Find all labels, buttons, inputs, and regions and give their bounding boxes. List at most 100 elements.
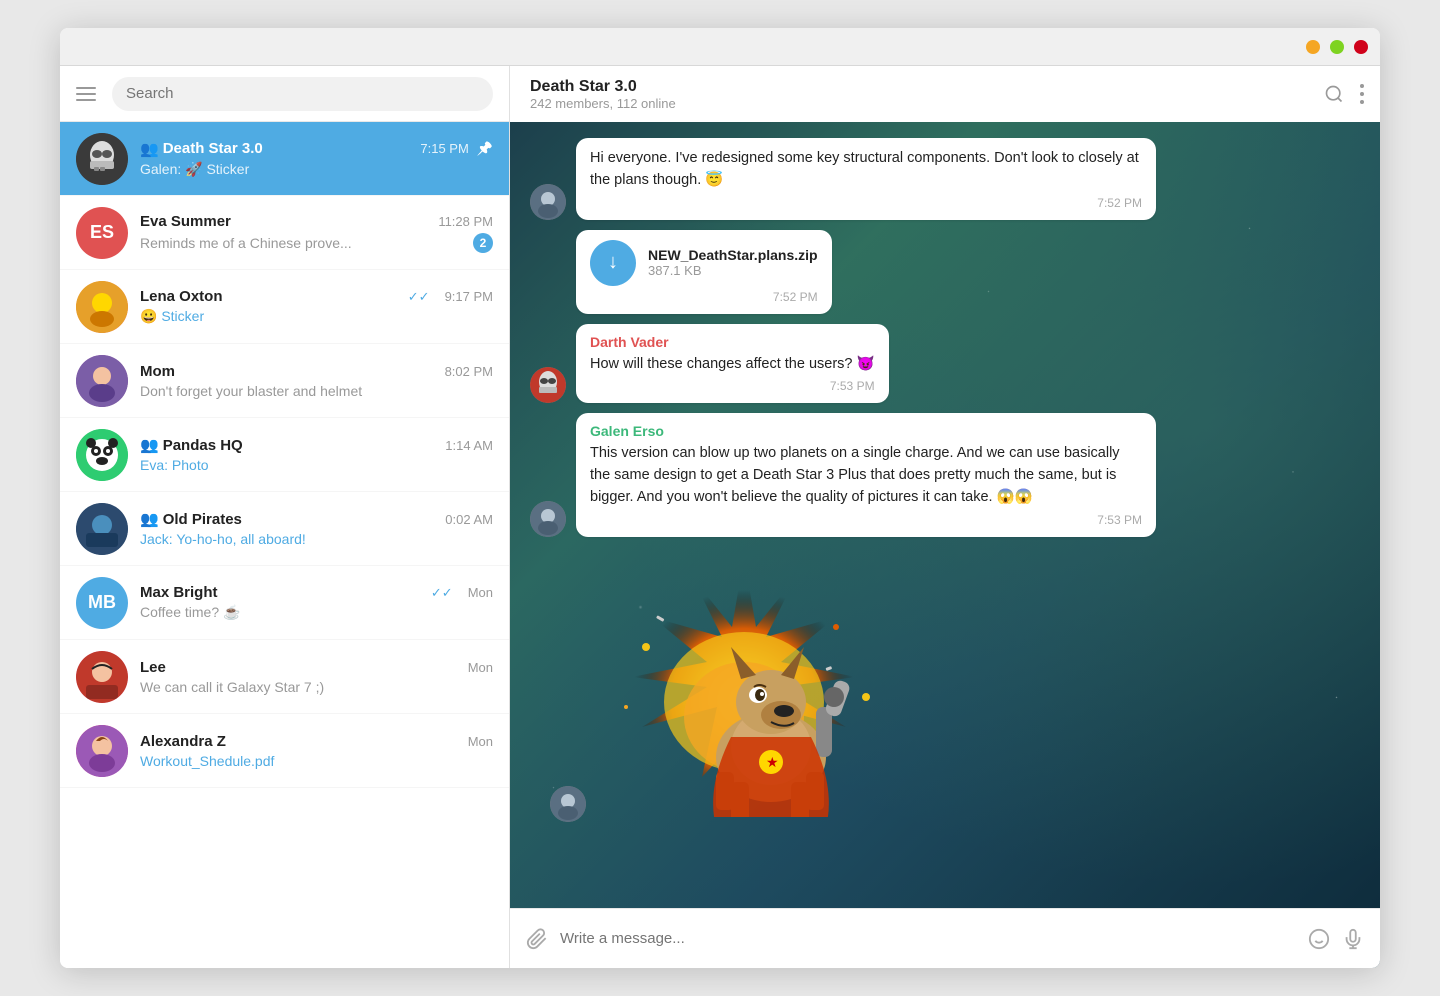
chat-preview-death-star: Galen: 🚀 Sticker (140, 161, 493, 178)
avatar-old-pirates (76, 503, 128, 555)
chat-item-old-pirates[interactable]: 👥 Old Pirates 0:02 AM Jack: Yo-ho-ho, al… (60, 492, 509, 566)
chat-name-death-star: 👥 Death Star 3.0 (140, 140, 263, 158)
pandas-avatar-img (76, 429, 128, 481)
paperclip-icon (526, 928, 548, 950)
messages-area: Hi everyone. I've redesigned some key st… (510, 122, 1380, 908)
message-row-4: Galen Erso This version can blow up two … (530, 413, 1360, 536)
message-input[interactable] (560, 930, 1296, 947)
group-icon-pandas: 👥 (140, 436, 159, 454)
sticker-area: ★ (530, 547, 1360, 830)
hamburger-line-3 (76, 99, 96, 101)
chat-preview-row-death-star: Galen: 🚀 Sticker (140, 161, 493, 178)
file-download-button[interactable]: ↓ (590, 240, 636, 286)
chat-item-alexandra-z[interactable]: Alexandra Z Mon Workout_Shedule.pdf (60, 714, 509, 788)
chat-preview-row-alexandra-z: Workout_Shedule.pdf (140, 753, 493, 769)
chat-item-pandas-hq[interactable]: 👥 Pandas HQ 1:14 AM Eva: Photo (60, 418, 509, 492)
chat-name-old-pirates: 👥 Old Pirates (140, 510, 242, 528)
chat-info-lee: Lee Mon We can call it Galaxy Star 7 ;) (140, 659, 493, 695)
chat-name-alexandra-z: Alexandra Z (140, 733, 226, 750)
sticker-avatar-img (550, 786, 586, 822)
chat-item-lena-oxton[interactable]: Lena Oxton ✓✓ 9:17 PM 😀 Sticker (60, 270, 509, 344)
chat-info-alexandra-z: Alexandra Z Mon Workout_Shedule.pdf (140, 733, 493, 769)
hamburger-line-1 (76, 87, 96, 89)
message-text-3: How will these changes affect the users?… (590, 354, 875, 376)
message-time-3: 7:53 PM (590, 379, 875, 393)
chat-info-death-star: 👥 Death Star 3.0 7:15 PM 📌 Galen: 🚀 Stic… (140, 140, 493, 178)
chat-name-row-death-star: 👥 Death Star 3.0 7:15 PM 📌 (140, 140, 493, 158)
search-box (112, 77, 493, 111)
alexandra-avatar-img (76, 725, 128, 777)
message-row-2: ↓ NEW_DeathStar.plans.zip 387.1 KB 7:52 … (530, 230, 1360, 314)
avatar-pandas-hq (76, 429, 128, 481)
chat-time-death-star: 7:15 PM (420, 141, 468, 156)
pin-icon-death-star: 📌 (477, 141, 493, 157)
chat-area: Death Star 3.0 242 members, 112 online (510, 66, 1380, 968)
message-avatar-4 (530, 501, 566, 537)
chat-list: 👥 Death Star 3.0 7:15 PM 📌 Galen: 🚀 Stic… (60, 122, 509, 968)
menu-button[interactable] (76, 87, 96, 101)
message-time-1: 7:52 PM (590, 196, 1142, 210)
chat-item-mom[interactable]: Mom 8:02 PM Don't forget your blaster an… (60, 344, 509, 418)
message-avatar-3 (530, 367, 566, 403)
chat-preview-row-max-bright: Coffee time? ☕ (140, 604, 493, 621)
chat-preview-row-eva-summer: Reminds me of a Chinese prove... 2 (140, 233, 493, 253)
msg4-avatar-img (530, 501, 566, 537)
sticker-sender-avatar (550, 786, 586, 822)
chat-name-row-old-pirates: 👥 Old Pirates 0:02 AM (140, 510, 493, 528)
chat-header-actions (1324, 84, 1364, 104)
msg3-avatar-img (530, 367, 566, 403)
read-checkmarks-max: ✓✓ (431, 585, 453, 601)
chat-name-row-eva-summer: Eva Summer 11:28 PM (140, 213, 493, 230)
chat-time-old-pirates: 0:02 AM (445, 512, 493, 527)
message-avatar-1 (530, 184, 566, 220)
chat-header-info: Death Star 3.0 242 members, 112 online (530, 78, 1324, 111)
chat-name-lee: Lee (140, 659, 166, 676)
emoji-icon (1308, 928, 1330, 950)
chat-info-max-bright: Max Bright ✓✓ Mon Coffee time? ☕ (140, 584, 493, 621)
emoji-button[interactable] (1308, 928, 1330, 950)
hamburger-line-2 (76, 93, 96, 95)
lena-avatar-img (76, 281, 128, 333)
chat-item-lee[interactable]: Lee Mon We can call it Galaxy Star 7 ;) (60, 640, 509, 714)
message-bubble-4: Galen Erso This version can blow up two … (576, 413, 1156, 536)
mom-avatar-img (76, 355, 128, 407)
group-icon-death-star: 👥 (140, 140, 159, 158)
chat-preview-old-pirates: Jack: Yo-ho-ho, all aboard! (140, 531, 493, 547)
minimize-button[interactable]: − (1306, 40, 1320, 54)
chat-info-lena-oxton: Lena Oxton ✓✓ 9:17 PM 😀 Sticker (140, 288, 493, 325)
microphone-button[interactable] (1342, 928, 1364, 950)
chat-preview-alexandra-z: Workout_Shedule.pdf (140, 753, 493, 769)
search-icon (1324, 84, 1344, 104)
chat-item-death-star[interactable]: 👥 Death Star 3.0 7:15 PM 📌 Galen: 🚀 Stic… (60, 122, 509, 196)
chat-info-eva-summer: Eva Summer 11:28 PM Reminds me of a Chin… (140, 213, 493, 253)
message-bubble-2: ↓ NEW_DeathStar.plans.zip 387.1 KB 7:52 … (576, 230, 832, 314)
avatar-max-bright: MB (76, 577, 128, 629)
chat-info-mom: Mom 8:02 PM Don't forget your blaster an… (140, 363, 493, 399)
message-input-bar (510, 908, 1380, 968)
sidebar-header (60, 66, 509, 122)
attach-button[interactable] (526, 928, 548, 950)
chat-preview-row-lee: We can call it Galaxy Star 7 ;) (140, 679, 493, 695)
message-bubble-3: Darth Vader How will these changes affec… (576, 324, 889, 404)
avatar-mom (76, 355, 128, 407)
search-chat-button[interactable] (1324, 84, 1344, 104)
file-message: ↓ NEW_DeathStar.plans.zip 387.1 KB (590, 240, 818, 286)
message-sender-4: Galen Erso (590, 423, 1142, 439)
close-button[interactable]: × (1354, 40, 1368, 54)
search-input[interactable] (126, 85, 479, 102)
read-checkmarks-lena: ✓✓ (408, 289, 430, 305)
avatar-death-star (76, 133, 128, 185)
maximize-button[interactable]: □ (1330, 40, 1344, 54)
message-row-1: Hi everyone. I've redesigned some key st… (530, 138, 1360, 220)
chat-name-row-lee: Lee Mon (140, 659, 493, 676)
file-info: NEW_DeathStar.plans.zip 387.1 KB (648, 247, 818, 278)
more-options-button[interactable] (1360, 84, 1364, 104)
chat-time-max-bright: Mon (468, 585, 493, 600)
chat-item-eva-summer[interactable]: ES Eva Summer 11:28 PM Reminds me of a C… (60, 196, 509, 270)
avatar-eva-summer: ES (76, 207, 128, 259)
chat-name-mom: Mom (140, 363, 175, 380)
app-window: − □ × (60, 28, 1380, 968)
chat-name-row-max-bright: Max Bright ✓✓ Mon (140, 584, 493, 601)
chat-item-max-bright[interactable]: MB Max Bright ✓✓ Mon Coffee time? ☕ (60, 566, 509, 640)
chat-info-pandas-hq: 👥 Pandas HQ 1:14 AM Eva: Photo (140, 436, 493, 473)
